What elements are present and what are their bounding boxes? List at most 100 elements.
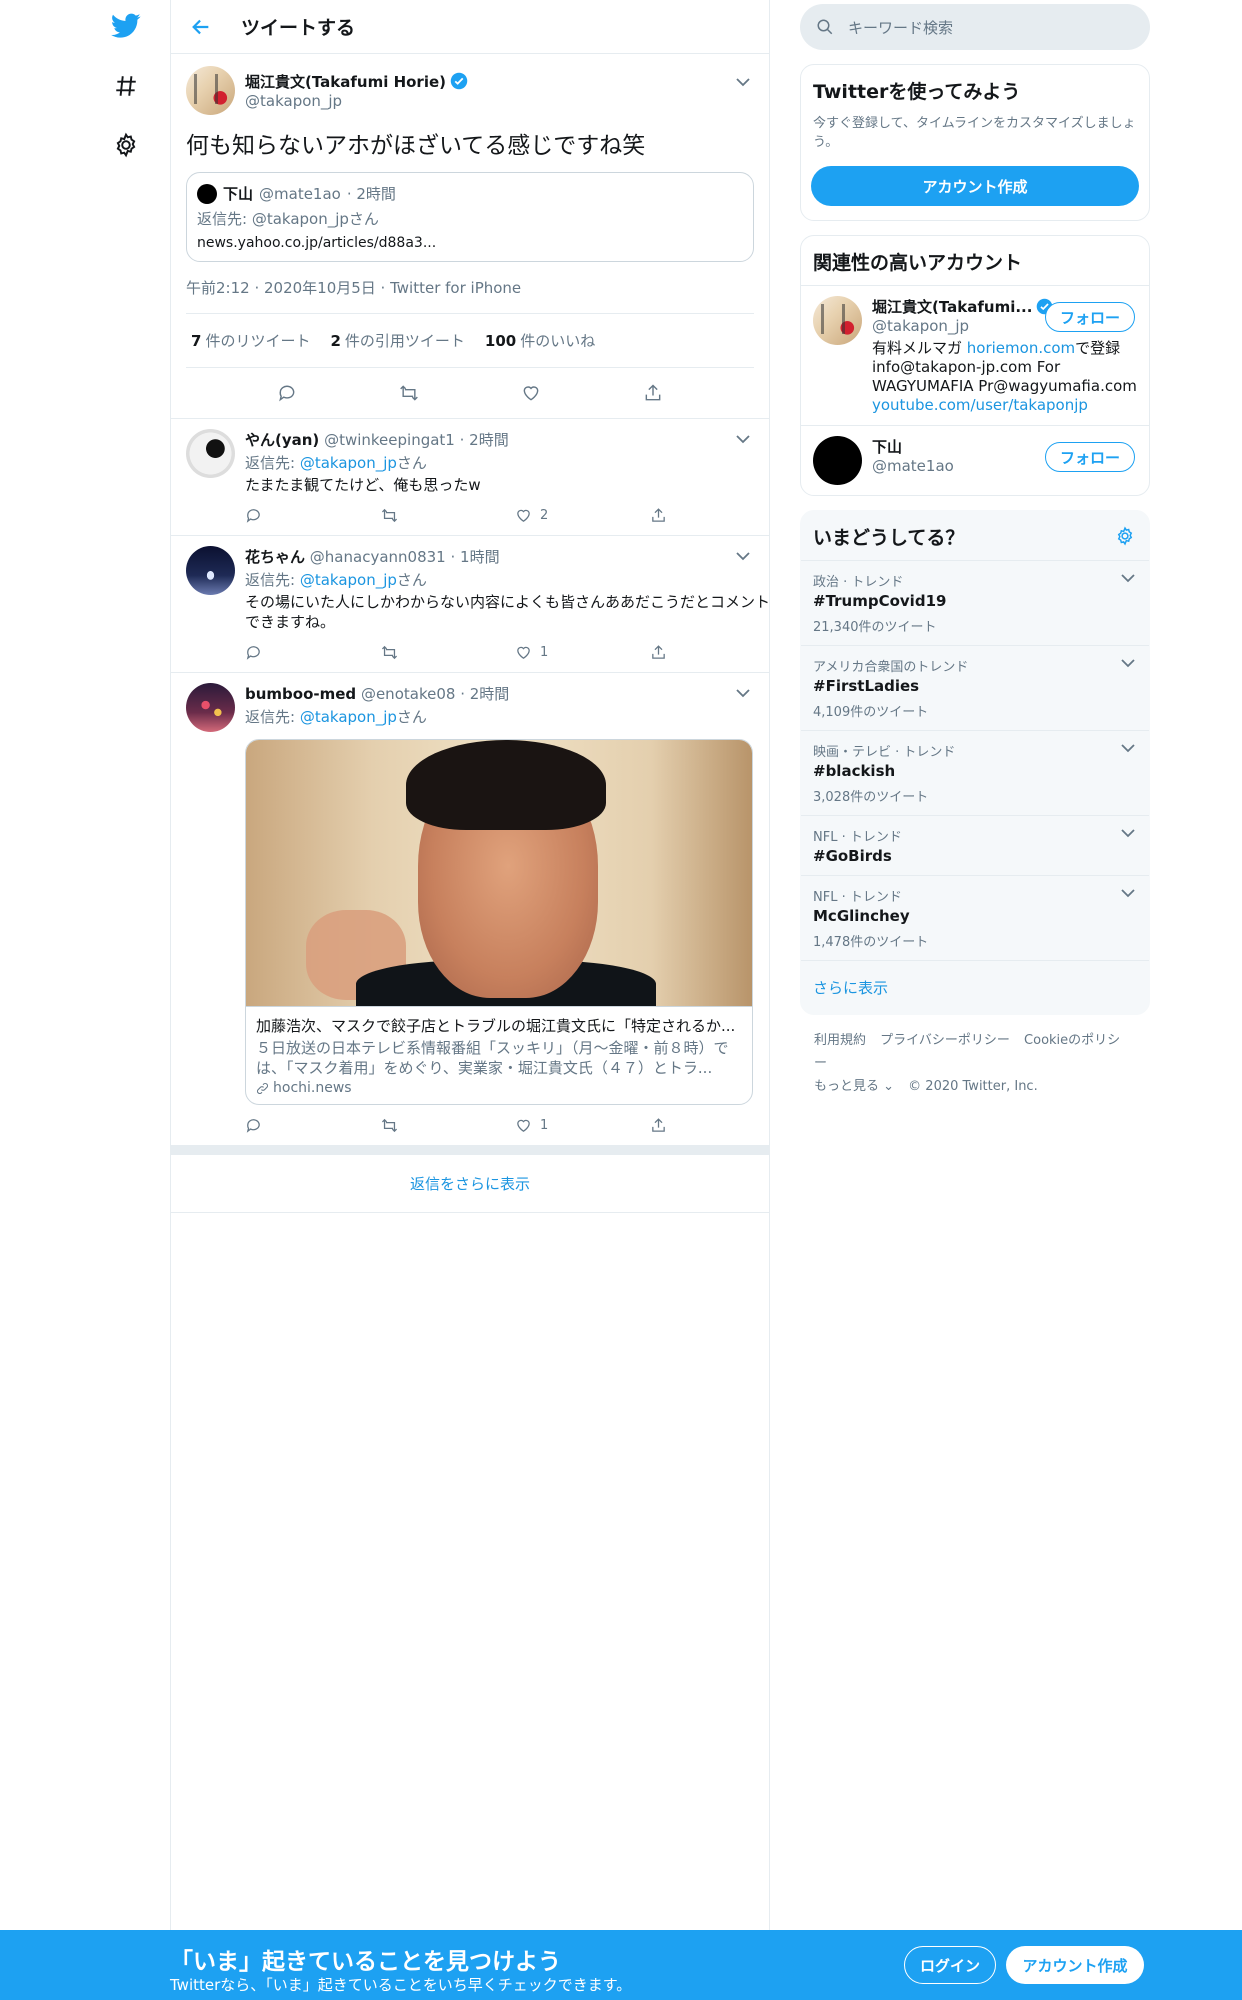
share-icon[interactable] [650, 507, 785, 524]
account-name[interactable]: 堀江貴文(Takafumi... [872, 296, 1032, 317]
like-icon [517, 509, 530, 522]
like-button[interactable]: 1 [515, 644, 650, 661]
share-icon[interactable] [650, 644, 785, 661]
terms-link[interactable]: 利用規約 [814, 1033, 866, 1048]
follow-button[interactable]: フォロー [1045, 302, 1135, 332]
avatar[interactable] [813, 296, 862, 345]
account-name[interactable]: 下山 [872, 436, 902, 457]
main-tweet: 堀江貴文(Takafumi Horie) @takapon_jp 何も知らないア… [171, 54, 769, 418]
reply-author-name[interactable]: やん(yan) [245, 431, 319, 449]
like-icon[interactable] [513, 375, 549, 411]
reply-author-name[interactable]: 花ちゃん [245, 548, 305, 566]
create-account-button[interactable]: アカウント作成 [811, 166, 1139, 206]
retweet-icon[interactable] [380, 644, 515, 661]
reply-to-link[interactable]: @takapon_jp [300, 571, 397, 589]
like-button[interactable]: 1 [515, 1117, 650, 1134]
account-item[interactable]: 下山 @mate1ao フォロー [801, 425, 1149, 495]
bio-link[interactable]: horiemon.com [967, 339, 1075, 357]
quote-stat[interactable]: 2 件の引用ツイート [330, 330, 464, 351]
retweet-icon[interactable] [380, 507, 515, 524]
reply-icon[interactable] [245, 1117, 380, 1134]
retweet-icon[interactable] [391, 375, 427, 411]
reply-icon[interactable] [245, 507, 380, 524]
reply-to-link[interactable]: @takapon_jp [300, 454, 397, 472]
chevron-down-icon[interactable] [733, 546, 753, 566]
card-description: ５日放送の日本テレビ系情報番組「スッキリ」（月～金曜・前８時）では、「マスク着用… [256, 1039, 729, 1077]
left-nav [0, 0, 170, 2000]
trend-count: 1,478件のツイート [813, 935, 929, 950]
reply-icon[interactable] [245, 644, 380, 661]
tweet-author[interactable]: 堀江貴文(Takafumi Horie) @takapon_jp [186, 64, 754, 116]
reply-author-name[interactable]: bumboo-med [245, 685, 356, 703]
reply-time: · 2時間 [459, 431, 509, 449]
trends-show-more-link[interactable]: さらに表示 [801, 960, 1149, 1014]
bio-link[interactable]: youtube.com/user/takaponjp [872, 396, 1088, 414]
copyright: © 2020 Twitter, Inc. [908, 1079, 1038, 1094]
avatar[interactable] [186, 65, 235, 115]
page-title: ツイートする [241, 17, 356, 39]
chevron-down-icon[interactable] [733, 72, 753, 92]
account-bio: 有料メルマガ horiemon.comで登録 info@takapon-jp.c… [872, 339, 1137, 414]
reply-to-link[interactable]: @takapon_jp [300, 708, 397, 726]
hashtag-icon[interactable] [108, 68, 144, 104]
tweet-timestamp: 午前2:12 · 2020年10月5日 · Twitter for iPhone [186, 277, 754, 314]
back-arrow-icon[interactable] [183, 9, 219, 45]
signup-button[interactable]: アカウント作成 [1006, 1946, 1144, 1984]
chevron-down-icon[interactable] [733, 429, 753, 449]
search-box[interactable]: キーワード検索 [800, 4, 1150, 50]
reply-to-line: 返信先: @takapon_jpさん [245, 454, 427, 472]
chevron-down-icon[interactable] [1121, 658, 1135, 668]
trend-count: 3,028件のツイート [813, 790, 929, 805]
trend-item[interactable]: アメリカ合衆国のトレンド #FirstLadies 4,109件のツイート [801, 645, 1149, 730]
reply-tweet[interactable]: やん(yan) @twinkeepingat1 · 2時間 返信先: @taka… [171, 418, 769, 535]
twitter-logo-icon[interactable] [108, 8, 144, 44]
quote-author-name: 下山 [223, 185, 254, 203]
share-icon[interactable] [650, 1117, 785, 1134]
quoted-tweet[interactable]: 下山 @mate1ao · 2時間 返信先: @takapon_jpさん new… [186, 172, 754, 262]
trend-item[interactable]: NFL · トレンド McGlinchey 1,478件のツイート [801, 875, 1149, 960]
card-image [246, 740, 752, 1006]
avatar[interactable] [186, 546, 235, 595]
avatar[interactable] [813, 436, 862, 485]
show-more-replies-link[interactable]: 返信をさらに表示 [171, 1145, 769, 1213]
trend-item[interactable]: 政治 · トレンド #TrumpCovid19 21,340件のツイート [801, 560, 1149, 645]
search-icon [817, 19, 833, 35]
trend-item[interactable]: 映画・テレビ · トレンド #blackish 3,028件のツイート [801, 730, 1149, 815]
reply-tweet[interactable]: bumboo-med @enotake08 · 2時間 返信先: @takapo… [171, 672, 769, 1145]
share-icon[interactable] [635, 375, 671, 411]
privacy-link[interactable]: プライバシーポリシー [880, 1033, 1010, 1048]
like-count: 1 [540, 644, 549, 660]
like-button[interactable]: 2 [515, 507, 650, 524]
bottom-bar-title: 「いま」起きていることを見つけよう [170, 1949, 561, 1975]
quote-link-text: news.yahoo.co.jp/articles/d88a3... [197, 235, 437, 251]
login-button[interactable]: ログイン [904, 1946, 996, 1984]
signup-panel: Twitterを使ってみよう 今すぐ登録して、タイムラインをカスタマイズしましょ… [800, 64, 1150, 221]
chevron-down-icon[interactable] [1121, 573, 1135, 583]
trend-name: #TrumpCovid19 [813, 592, 947, 610]
tweet-text: 何も知らないアホがほざいてる感じですね笑 [186, 133, 646, 159]
retweet-stat[interactable]: 7 件のリツイート [191, 330, 310, 351]
like-icon [517, 646, 530, 659]
follow-button[interactable]: フォロー [1045, 442, 1135, 472]
reply-icon[interactable] [269, 375, 305, 411]
more-link[interactable]: もっと見る ⌄ [814, 1079, 894, 1094]
chevron-down-icon[interactable] [733, 683, 753, 703]
chevron-down-icon[interactable] [1121, 828, 1135, 838]
avatar[interactable] [186, 429, 235, 478]
quote-author-handle: @mate1ao [259, 184, 341, 203]
gear-icon[interactable] [1115, 525, 1135, 546]
avatar[interactable] [186, 683, 235, 732]
like-stat[interactable]: 100 件のいいね [485, 330, 595, 351]
reply-tweet[interactable]: 花ちゃん @hanacyann0831 · 1時間 返信先: @takapon_… [171, 535, 770, 672]
gear-icon[interactable] [108, 127, 144, 163]
chevron-down-icon[interactable] [1121, 888, 1135, 898]
trend-context: NFL · トレンド [813, 890, 902, 905]
reply-author-handle: @twinkeepingat1 [324, 431, 455, 449]
trend-name: #blackish [813, 762, 896, 780]
trend-item[interactable]: NFL · トレンド #GoBirds [801, 815, 1149, 875]
chevron-down-icon[interactable] [1121, 743, 1135, 753]
search-input[interactable]: キーワード検索 [848, 17, 953, 38]
link-card[interactable]: 加藤浩次、マスクで餃子店とトラブルの堀江貴文氏に「特定されるか... ５日放送の… [245, 739, 753, 1105]
retweet-icon[interactable] [380, 1117, 515, 1134]
account-item[interactable]: 堀江貴文(Takafumi... @takapon_jp 有料メルマガ hori… [801, 285, 1149, 425]
